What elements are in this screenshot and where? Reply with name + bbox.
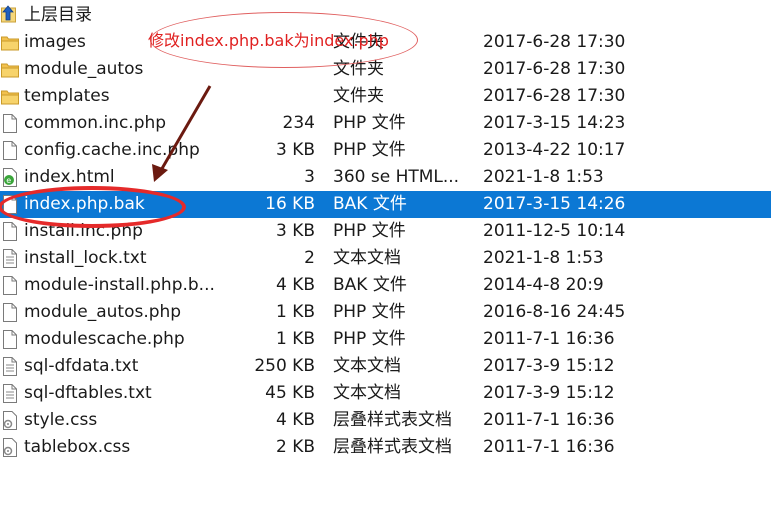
highlight-ellipse	[0, 186, 186, 228]
annotation-arrow	[152, 85, 212, 182]
